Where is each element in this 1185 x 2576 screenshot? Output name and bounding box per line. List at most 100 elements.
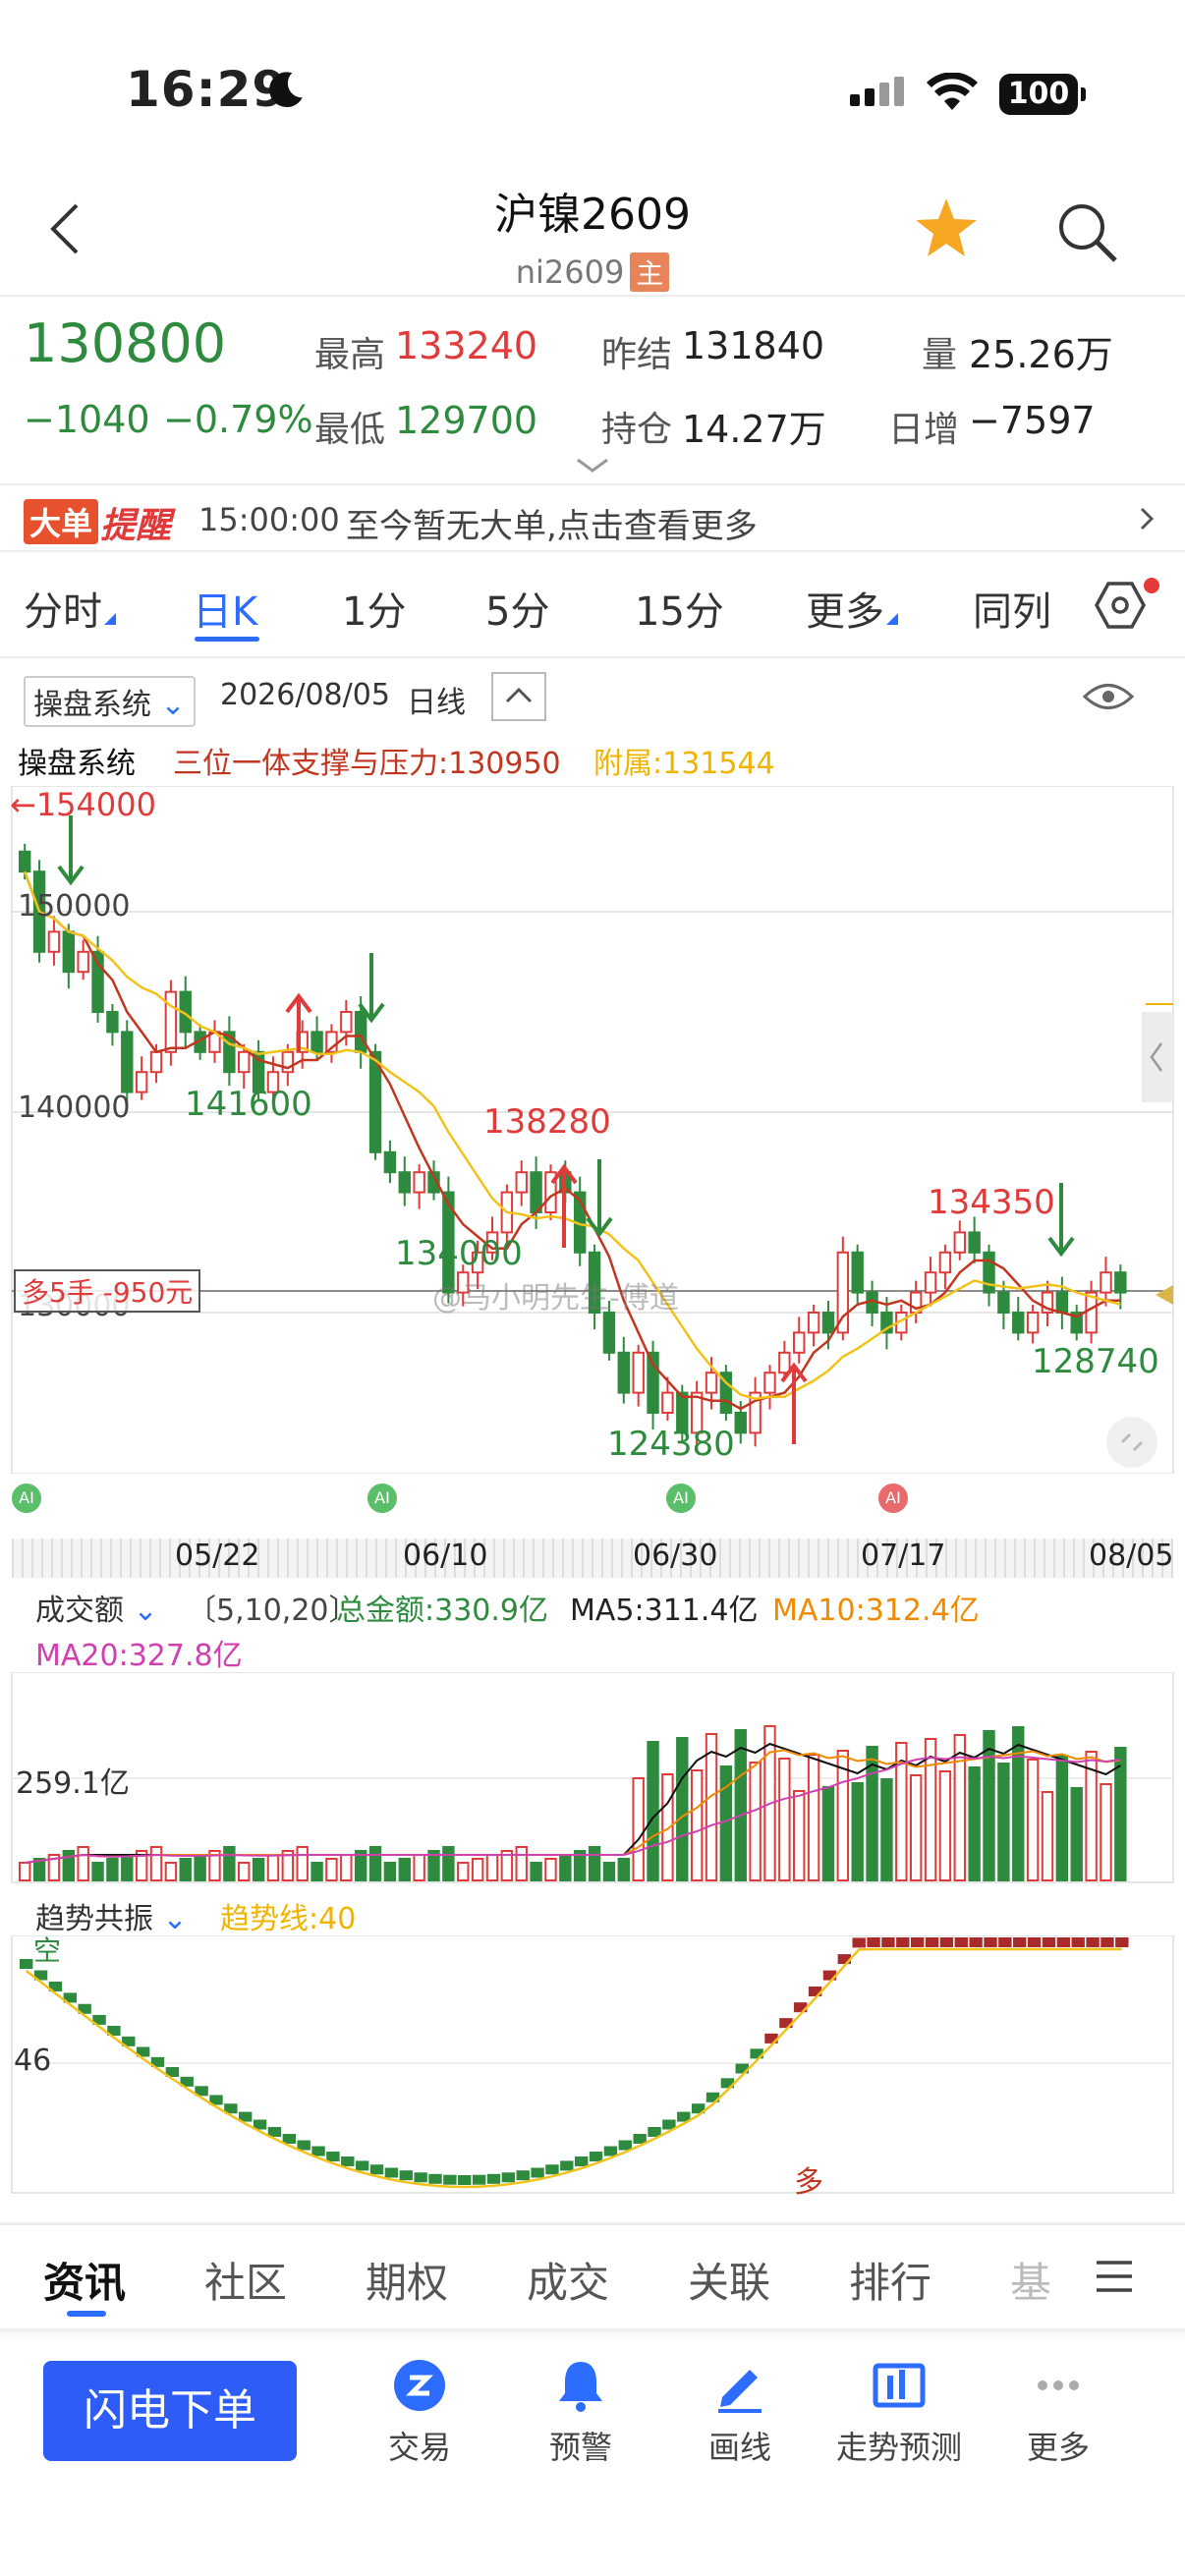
price-change: −1040: [24, 398, 150, 441]
candle-body: [398, 1171, 411, 1194]
candle-body: [938, 1251, 952, 1274]
annotation-138280: 138280: [483, 1102, 611, 1142]
dock-shadow: [0, 2328, 1185, 2338]
tab-more[interactable]: 更多: [806, 580, 898, 637]
more-dots-icon: [1038, 2380, 1079, 2390]
volume-bar: [485, 1854, 499, 1881]
trend-step: [443, 2174, 457, 2185]
tab-intraday[interactable]: 分时: [24, 580, 116, 637]
trend-step: [939, 1937, 954, 1947]
ai-badge[interactable]: AI: [666, 1484, 696, 1513]
dock-more-label: 更多: [1026, 2429, 1090, 2466]
dock-trade-label: 交易: [387, 2429, 451, 2466]
volume-bar: [368, 1846, 382, 1881]
trend-step: [867, 1937, 880, 1947]
tab-options[interactable]: 期权: [366, 2250, 448, 2310]
side-handle[interactable]: [1142, 1012, 1173, 1102]
eye-icon[interactable]: [1081, 678, 1136, 715]
ai-badge[interactable]: AI: [12, 1484, 41, 1513]
trend-step: [618, 2140, 632, 2151]
trend-step: [896, 1937, 910, 1947]
settings-hex-icon[interactable]: [1093, 576, 1161, 635]
volume-bar: [793, 1790, 806, 1881]
trade-icon: [394, 2360, 445, 2411]
date-0610: 06/10: [403, 1539, 488, 1573]
candle-body: [968, 1231, 981, 1254]
volume-chart[interactable]: [0, 1672, 1185, 1884]
dock-more[interactable]: 更多: [985, 2358, 1132, 2468]
tab-1min[interactable]: 1分: [342, 580, 406, 637]
dock-forecast[interactable]: 走势预测: [825, 2358, 973, 2468]
tab-community[interactable]: 社区: [204, 2250, 287, 2310]
header-divider: [0, 295, 1185, 297]
volume-bar: [325, 1858, 338, 1881]
volume-select[interactable]: 成交额 ⌄: [35, 1586, 158, 1629]
dock-alert[interactable]: 预警: [507, 2358, 654, 2468]
candle-body: [1012, 1312, 1025, 1334]
search-icon[interactable]: [1056, 201, 1119, 264]
trend-step: [326, 2152, 340, 2162]
dock-trade[interactable]: 交易: [346, 2358, 493, 2468]
favorite-star-icon[interactable]: [914, 196, 979, 259]
expand-chevron-icon[interactable]: [576, 458, 609, 474]
menu-icon[interactable]: [1095, 2260, 1134, 2293]
candle-body: [1026, 1312, 1040, 1334]
volume-bar: [77, 1846, 89, 1881]
ai-badge[interactable]: AI: [367, 1484, 397, 1513]
candle-body: [661, 1391, 674, 1414]
volume-bar: [383, 1862, 397, 1881]
candle-body: [530, 1171, 542, 1214]
tab-related[interactable]: 关联: [688, 2250, 770, 2310]
candle-body: [953, 1231, 966, 1254]
candle-body: [515, 1171, 528, 1194]
volume-ma20: MA20:327.8亿: [35, 1639, 243, 1673]
volume-bar: [661, 1773, 674, 1881]
candle-body: [91, 950, 104, 1014]
dock-forecast-label: 走势预测: [835, 2429, 962, 2466]
volume-bar: [807, 1754, 820, 1881]
ai-badge[interactable]: AI: [878, 1484, 908, 1513]
trend-step: [1013, 1937, 1027, 1947]
trend-step: [1100, 1937, 1114, 1947]
tab-active-underline: [195, 637, 259, 642]
flash-order-button[interactable]: 闪电下单: [43, 2361, 297, 2461]
trend-step: [516, 2170, 530, 2181]
tab-trades[interactable]: 成交: [527, 2250, 609, 2310]
candle-body: [164, 990, 178, 1053]
system-title: 操盘系统: [18, 747, 136, 781]
dropdown-triangle-icon: [886, 613, 898, 625]
tab-ranking[interactable]: 排行: [849, 2250, 931, 2310]
volume-bar: [296, 1846, 309, 1881]
candle-body: [617, 1351, 631, 1394]
tab-daily-k[interactable]: 日K: [193, 580, 257, 637]
candle-body: [135, 1071, 148, 1093]
prev-settle-label: 昨结: [601, 335, 673, 375]
trend-step: [1056, 1937, 1071, 1947]
tab-15min[interactable]: 15分: [635, 580, 724, 637]
candle-body: [310, 1031, 323, 1053]
annotation-134000: 134000: [395, 1234, 523, 1273]
candle-body: [47, 930, 61, 953]
trend-step: [369, 2164, 384, 2175]
volume-total: 总金额:330.9亿: [336, 1594, 548, 1628]
position-tag[interactable]: 多5手 -950元: [14, 1269, 201, 1313]
volume-bar: [647, 1741, 659, 1881]
date-0805: 08/05: [1089, 1539, 1174, 1573]
trend-chart[interactable]: [0, 1935, 1185, 2195]
trend-step: [545, 2164, 559, 2175]
trend-step: [472, 2174, 486, 2185]
tab-more-label: 更多: [806, 589, 884, 635]
system-select[interactable]: 操盘系统 ⌄: [24, 676, 196, 727]
tab-5min[interactable]: 5分: [485, 580, 549, 637]
collapse-chevron-icon[interactable]: [491, 672, 546, 721]
big-order-badge: 大单: [24, 499, 99, 544]
dock-draw[interactable]: 画线: [666, 2358, 814, 2468]
tab-same-row[interactable]: 同列: [973, 580, 1051, 637]
tab-news[interactable]: 资讯: [43, 2250, 126, 2310]
candle-body: [632, 1351, 645, 1394]
tab-basis[interactable]: 基: [1010, 2250, 1051, 2310]
volume-bar: [924, 1738, 937, 1881]
quote-divider: [0, 483, 1185, 485]
volume-bar: [19, 1862, 31, 1881]
fullscreen-button[interactable]: [1106, 1417, 1157, 1468]
